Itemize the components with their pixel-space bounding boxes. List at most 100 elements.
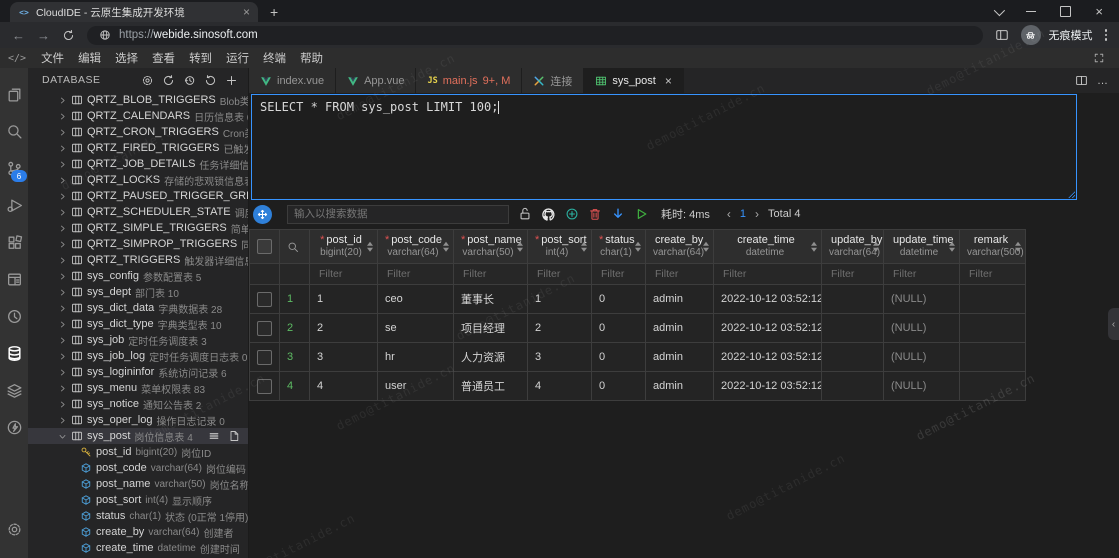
sidebar-table-item[interactable]: sys_dict_type 字典类型表 10 (28, 316, 248, 332)
grid-column-header[interactable]: create_time datetime (714, 230, 822, 264)
sidebar-table-item[interactable]: sys_logininfor 系统访问记录 6 (28, 364, 248, 380)
select-all-checkbox[interactable] (257, 239, 272, 254)
sort-icon[interactable] (873, 241, 879, 252)
row-checkbox[interactable] (257, 321, 272, 336)
db-add-icon[interactable] (225, 74, 238, 87)
right-panel-expander[interactable]: ‹ (1108, 308, 1119, 340)
sort-icon[interactable] (949, 241, 955, 252)
grid-column-header[interactable]: *post_code varchar(64) (378, 230, 454, 264)
sort-icon[interactable] (1015, 241, 1021, 252)
menu-view[interactable]: 查看 (145, 50, 182, 66)
db-history-icon[interactable] (183, 74, 196, 87)
grid-column-header[interactable]: *post_name varchar(50) (454, 230, 528, 264)
extensions-icon[interactable] (0, 224, 28, 261)
octocat-icon[interactable] (541, 207, 556, 222)
window-menu-icon[interactable] (994, 4, 1005, 15)
column-filter-input[interactable] (653, 267, 710, 281)
page-prev-icon[interactable]: ‹ (727, 207, 731, 221)
sidebar-table-item[interactable]: sys_config 参数配置表 5 (28, 268, 248, 284)
forward-icon[interactable]: → (37, 29, 50, 42)
sidebar-column-item[interactable]: create_by varchar(64) 创建者 (28, 524, 248, 540)
table-row[interactable]: 3 3 hr 人力资源 3 0 admin 2022-10-12 03:52:1… (250, 343, 1026, 372)
page-next-icon[interactable]: › (755, 207, 759, 221)
row-checkbox[interactable] (257, 350, 272, 365)
column-filter-input[interactable] (317, 267, 374, 281)
tab-close-icon[interactable]: × (243, 6, 250, 18)
new-tab-button[interactable]: + (270, 4, 278, 22)
view-data-icon[interactable] (208, 430, 220, 442)
address-bar[interactable]: https://webide.sinosoft.com (87, 26, 983, 45)
sidebar-table-item[interactable]: sys_dept 部门表 10 (28, 284, 248, 300)
side-panel-icon[interactable] (995, 28, 1009, 42)
column-filter-input[interactable] (599, 267, 642, 281)
resize-grip[interactable] (1068, 191, 1075, 198)
menu-help[interactable]: 帮助 (293, 50, 330, 66)
menu-edit[interactable]: 编辑 (71, 50, 108, 66)
db-refresh-icon[interactable] (204, 74, 217, 87)
column-filter-input[interactable] (385, 267, 450, 281)
run-query-icon[interactable] (634, 207, 648, 221)
table-row[interactable]: 2 2 se 项目经理 2 0 admin 2022-10-12 03:52:1… (250, 314, 1026, 343)
data-search-input[interactable] (287, 205, 509, 224)
sort-icon[interactable] (367, 241, 373, 252)
database-icon[interactable] (0, 335, 28, 372)
tab-close-icon[interactable]: × (665, 74, 672, 88)
db-settings-icon[interactable] (141, 74, 154, 87)
tab-sys-post[interactable]: sys_post × (584, 68, 683, 93)
grid-column-header[interactable]: *post_sort int(4) (528, 230, 592, 264)
site-info-icon[interactable] (99, 29, 111, 41)
unlock-icon[interactable] (518, 207, 532, 221)
tab-connection[interactable]: 连接 (522, 68, 584, 93)
table-row[interactable]: 4 4 user 普通员工 4 0 admin 2022-10-12 03:52… (250, 372, 1026, 401)
tab-main-js[interactable]: JS main.js 9+, M (416, 68, 522, 93)
grid-column-header[interactable]: *post_id bigint(20) (310, 230, 378, 264)
maximize-icon[interactable] (1060, 6, 1071, 17)
add-row-icon[interactable] (565, 207, 579, 221)
sidebar-table-item[interactable]: QRTZ_FIRED_TRIGGERS 已触发的触... (28, 140, 248, 156)
split-editor-icon[interactable] (1075, 74, 1088, 87)
menu-file[interactable]: 文件 (34, 50, 71, 66)
explorer-icon[interactable] (0, 76, 28, 113)
sort-icon[interactable] (581, 241, 587, 252)
sidebar-table-item[interactable]: sys_job 定时任务调度表 3 (28, 332, 248, 348)
menu-run[interactable]: 运行 (219, 50, 256, 66)
sidebar-column-item[interactable]: post_id bigint(20) 岗位ID (28, 444, 248, 460)
grid-column-header[interactable]: update_by varchar(64) (822, 230, 884, 264)
power-icon[interactable] (0, 409, 28, 446)
menu-select[interactable]: 选择 (108, 50, 145, 66)
grid-column-header[interactable]: remark varchar(500) (960, 230, 1026, 264)
sql-editor[interactable]: SELECT * FROM sys_post LIMIT 100; (251, 94, 1077, 200)
column-filter-input[interactable] (967, 267, 1022, 281)
grid-column-header[interactable]: update_time datetime (884, 230, 960, 264)
sidebar-column-item[interactable]: post_name varchar(50) 岗位名称 (28, 476, 248, 492)
db-sync-icon[interactable] (162, 74, 175, 87)
search-icon[interactable] (0, 113, 28, 150)
sort-icon[interactable] (443, 241, 449, 252)
sidebar-table-item[interactable]: QRTZ_SIMPROP_TRIGGERS 同步机... (28, 236, 248, 252)
source-control-icon[interactable]: 6 (0, 150, 28, 187)
reload-icon[interactable] (62, 29, 75, 42)
sidebar-table-item[interactable]: sys_dict_data 字典数据表 28 (28, 300, 248, 316)
export-download-icon[interactable] (611, 207, 625, 221)
sidebar-column-item[interactable]: status char(1) 状态 (0正常 1停用) (28, 508, 248, 524)
sidebar-table-item[interactable]: sys_job_log 定时任务调度日志表 0 (28, 348, 248, 364)
sort-icon[interactable] (635, 241, 641, 252)
column-filter-input[interactable] (829, 267, 880, 281)
sort-icon[interactable] (811, 241, 817, 252)
panel-layout-icon[interactable] (0, 261, 28, 298)
sidebar-table-item-selected[interactable]: sys_post 岗位信息表 4 (28, 428, 248, 444)
sidebar-table-item[interactable]: QRTZ_SIMPLE_TRIGGERS 简单触发... (28, 220, 248, 236)
row-checkbox[interactable] (257, 292, 272, 307)
delete-row-icon[interactable] (588, 207, 602, 221)
timeline-icon[interactable] (0, 298, 28, 335)
sidebar-table-item[interactable]: QRTZ_PAUSED_TRIGGER_GRPS 暂... (28, 188, 248, 204)
menu-goto[interactable]: 转到 (182, 50, 219, 66)
sidebar-table-item[interactable]: sys_notice 通知公告表 2 (28, 396, 248, 412)
column-filter-input[interactable] (721, 267, 818, 281)
toggle-fullscreen-icon[interactable] (1093, 52, 1111, 64)
grid-column-header[interactable]: create_by varchar(64) (646, 230, 714, 264)
column-filter-input[interactable] (891, 267, 956, 281)
sidebar-table-item[interactable]: QRTZ_LOCKS 存储的悲观锁信息表 2 (28, 172, 248, 188)
column-filter-input[interactable] (535, 267, 588, 281)
more-actions-icon[interactable]: … (1097, 75, 1109, 87)
